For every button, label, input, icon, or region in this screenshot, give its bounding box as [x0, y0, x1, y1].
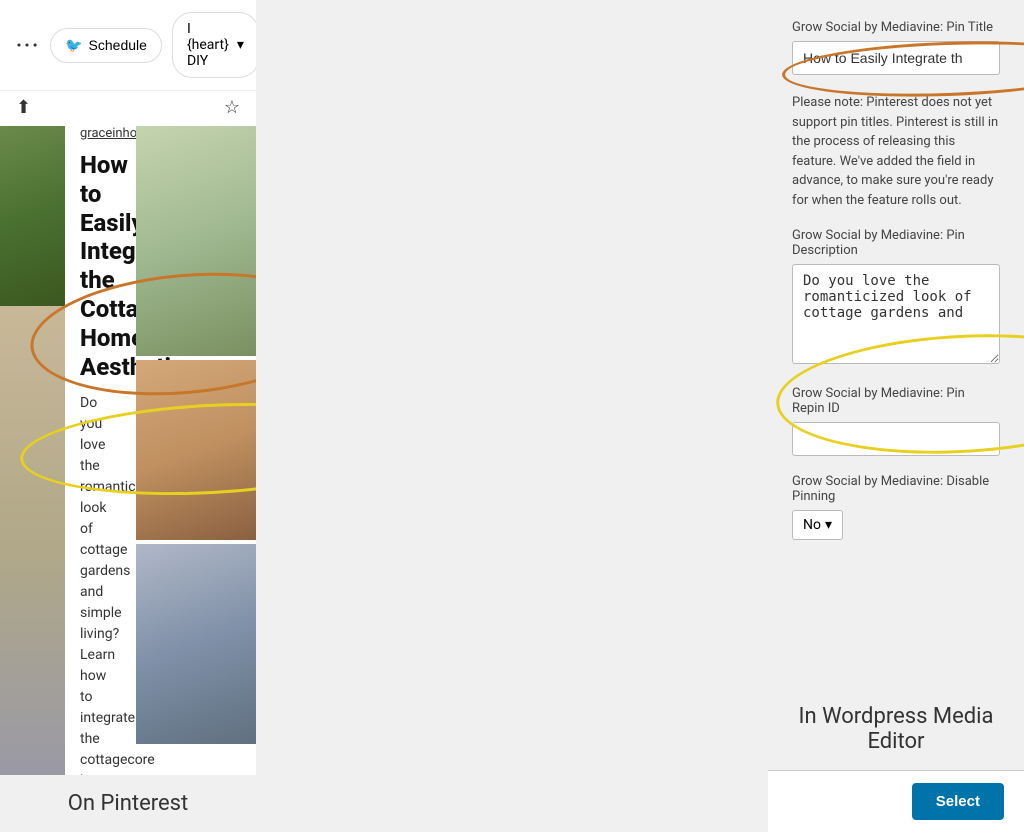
wp-field-disable-pinning: Grow Social by Mediavine: Disable Pinnin…: [792, 474, 1000, 540]
wp-label-disable-pinning: Grow Social by Mediavine: Disable Pinnin…: [792, 474, 1000, 504]
wp-label-pin-repin-id-text: Grow Social by Mediavine: Pin Repin ID: [792, 386, 965, 416]
wp-note-pin-title: Please note: Pinterest does not yet supp…: [792, 93, 1000, 210]
right-panel: Grow Social by Mediavine: Pin Title Plea…: [768, 0, 1024, 832]
board-selector-label: I {heart} DIY: [187, 21, 229, 69]
wordpress-editor: Grow Social by Mediavine: Pin Title Plea…: [768, 0, 1024, 688]
wp-label-pin-description: Grow Social by Mediavine: Pin Descriptio…: [792, 228, 1000, 258]
wp-label-pin-title-text: Grow Social by Mediavine: Pin Title: [792, 20, 993, 35]
wp-field-pin-title-note: Please note: Pinterest does not yet supp…: [792, 93, 1000, 210]
wp-label-pin-repin-id: Grow Social by Mediavine: Pin Repin ID: [792, 386, 1000, 416]
chevron-down-icon: ▾: [237, 37, 244, 53]
upload-icon[interactable]: ⬆: [16, 97, 31, 118]
more-options-icon[interactable]: ···: [16, 33, 40, 57]
select-button[interactable]: Select: [912, 783, 1004, 820]
select-label: Select: [936, 793, 980, 810]
wp-label-disable-pinning-text: Grow Social by Mediavine: Disable Pinnin…: [792, 474, 989, 504]
left-panel: ··· 🐦 Schedule I {heart} DIY ▾ Save ⬆ ☆: [0, 0, 256, 832]
schedule-label: Schedule: [89, 37, 147, 53]
wp-bottom-bar: Select: [768, 770, 1024, 832]
wp-label-pin-description-text: Grow Social by Mediavine: Pin Descriptio…: [792, 228, 965, 258]
schedule-button[interactable]: 🐦 Schedule: [50, 28, 162, 63]
pin-images-sidebar: [136, 126, 256, 775]
wp-select-disable-pinning[interactable]: No ▾: [792, 510, 843, 540]
right-section-label: In Wordpress Media Editor: [768, 688, 1024, 770]
star-icon[interactable]: ☆: [224, 97, 240, 118]
pin-image-1: [136, 126, 256, 356]
pin-image-3: [136, 544, 256, 744]
pin-description: Do you love the romanticized look of cot…: [80, 393, 110, 775]
wp-input-pin-title[interactable]: [792, 41, 1000, 75]
wp-input-pin-repin-id[interactable]: [792, 422, 1000, 456]
pin-source[interactable]: graceinhomyspace.com: [80, 126, 110, 141]
chevron-down-icon-select: ▾: [825, 517, 832, 533]
schedule-icon: 🐦: [65, 37, 82, 54]
pinterest-ui: ··· 🐦 Schedule I {heart} DIY ▾ Save ⬆ ☆: [0, 0, 256, 775]
pinterest-topbar: ··· 🐦 Schedule I {heart} DIY ▾ Save: [0, 0, 256, 91]
wp-textarea-pin-description[interactable]: Do you love the romanticized look of cot…: [792, 264, 1000, 364]
wp-select-value: No: [803, 517, 821, 533]
wp-field-pin-repin-id: Grow Social by Mediavine: Pin Repin ID: [792, 386, 1000, 456]
wp-field-pin-title: Grow Social by Mediavine: Pin Title: [792, 20, 1000, 75]
left-section-label: On Pinterest: [0, 775, 256, 832]
wp-field-pin-description: Grow Social by Mediavine: Pin Descriptio…: [792, 228, 1000, 368]
background-image-left: [0, 126, 65, 775]
board-selector[interactable]: I {heart} DIY ▾: [172, 12, 256, 78]
upload-row: ⬆ ☆: [0, 91, 256, 126]
wp-label-pin-title: Grow Social by Mediavine: Pin Title: [792, 20, 1000, 35]
main-container: ··· 🐦 Schedule I {heart} DIY ▾ Save ⬆ ☆: [0, 0, 1024, 832]
pin-title: How to Easily Integrate the Cottagecore …: [80, 151, 110, 381]
pin-image-2: [136, 360, 256, 540]
